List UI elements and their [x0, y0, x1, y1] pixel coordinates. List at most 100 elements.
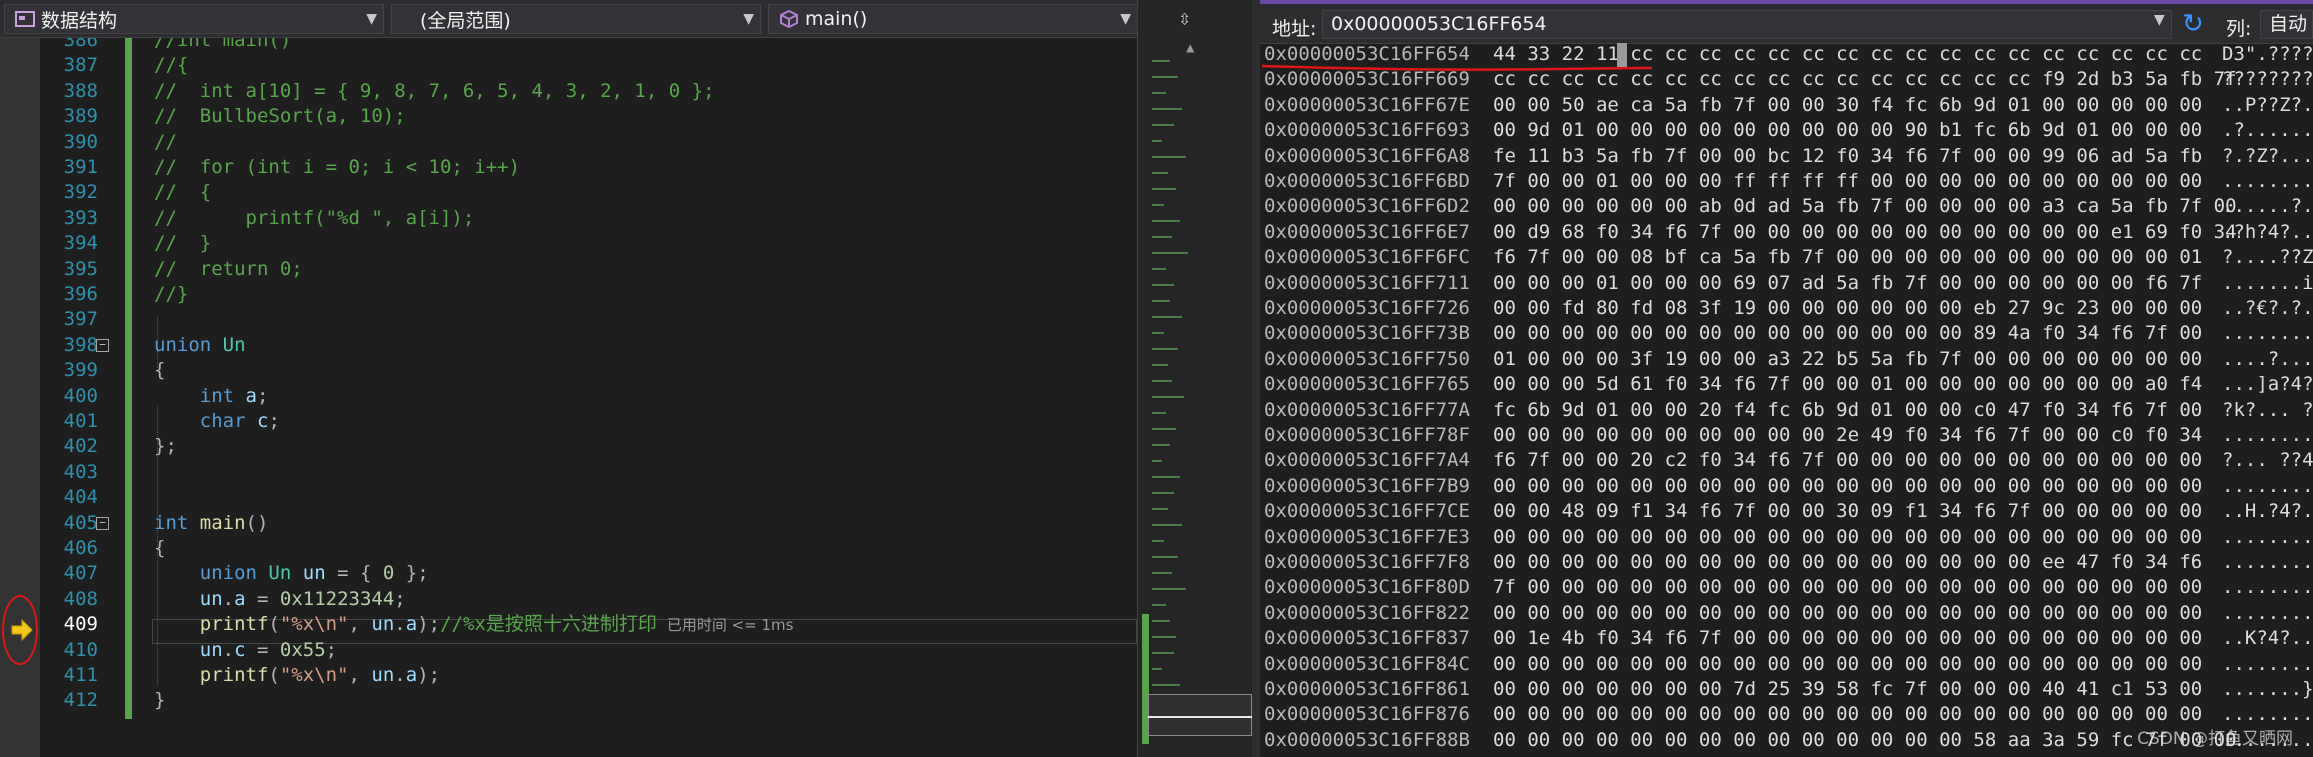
chevron-down-icon[interactable]: ▼ — [366, 11, 377, 27]
memory-bytes[interactable]: 00 9d 01 00 00 00 00 00 00 00 00 00 90 b… — [1493, 118, 2202, 143]
memory-bytes[interactable]: 7f 00 00 01 00 00 00 ff ff ff ff 00 00 0… — [1493, 169, 2202, 194]
memory-bytes[interactable]: 00 00 00 00 00 00 00 00 00 00 00 00 00 0… — [1493, 474, 2202, 499]
code-line[interactable]: 403 — [40, 460, 1137, 485]
code-line[interactable]: 412} — [40, 688, 1137, 713]
memory-bytes[interactable]: 01 00 00 00 3f 19 00 00 a3 22 b5 5a fb 7… — [1493, 347, 2202, 372]
chevron-down-icon[interactable]: ▼ — [743, 11, 754, 27]
code-line[interactable]: 407 union Un un = { 0 }; — [40, 561, 1137, 586]
code-line[interactable]: 405− int main() — [40, 511, 1137, 536]
code-line[interactable]: 386 //int main() — [40, 38, 1137, 53]
memory-row[interactable]: 0x00000053C16FF67E 00 00 50 ae ca 5a fb 7… — [1260, 93, 2313, 118]
memory-bytes[interactable]: 00 00 48 09 f1 34 f6 7f 00 00 30 09 f1 3… — [1493, 499, 2202, 524]
memory-row[interactable]: 0x00000053C16FF750 01 00 00 00 3f 19 00 0… — [1260, 347, 2313, 372]
code-editor[interactable]: 386//int main() 387//{388// int a[10] = {… — [0, 38, 1137, 757]
code-line[interactable]: 388 // int a[10] = { 9, 8, 7, 6, 5, 4, 3,… — [40, 79, 1137, 104]
memory-row[interactable]: 0x00000053C16FF861 00 00 00 00 00 00 00 7… — [1260, 677, 2313, 702]
memory-bytes[interactable]: 00 00 00 00 00 00 00 00 00 00 00 00 00 0… — [1493, 601, 2202, 626]
memory-bytes[interactable]: 7f 00 00 00 00 00 00 00 00 00 00 00 00 0… — [1493, 575, 2202, 600]
memory-row[interactable]: 0x00000053C16FF6D2 00 00 00 00 00 00 ab 0… — [1260, 194, 2313, 219]
code-line[interactable]: 394 // } — [40, 231, 1137, 256]
memory-row[interactable]: 0x00000053C16FF765 00 00 00 5d 61 f0 34 f… — [1260, 372, 2313, 397]
code-line[interactable]: 397 — [40, 307, 1137, 332]
chevron-down-icon[interactable]: ▼ — [2154, 12, 2165, 28]
line-number: 392 — [63, 181, 98, 204]
memory-bytes[interactable]: 00 00 00 00 00 00 00 00 00 00 2e 49 f0 3… — [1493, 423, 2202, 448]
memory-row[interactable]: 0x00000053C16FF6E7 00 d9 68 f0 34 f6 7f 0… — [1260, 220, 2313, 245]
memory-bytes[interactable]: 00 00 00 00 00 00 00 00 00 00 00 00 00 0… — [1493, 702, 2202, 727]
code-line[interactable]: 389 // BullbeSort(a, 10); — [40, 104, 1137, 129]
column-select[interactable]: 自动 — [2260, 10, 2313, 39]
memory-row[interactable]: 0x00000053C16FF80D 7f 00 00 00 00 00 00 0… — [1260, 575, 2313, 600]
memory-bytes[interactable]: 00 00 00 5d 61 f0 34 f6 7f 00 00 01 00 0… — [1493, 372, 2202, 397]
instruction-pointer-arrow-icon[interactable] — [10, 618, 34, 642]
code-line[interactable]: 399 { — [40, 358, 1137, 383]
memory-bytes[interactable]: 00 00 00 01 00 00 00 69 07 ad 5a fb 7f 0… — [1493, 271, 2202, 296]
memory-row[interactable]: 0x00000053C16FF73B 00 00 00 00 00 00 00 0… — [1260, 321, 2313, 346]
code-line[interactable]: 409 printf("%x\n", un.a);//%x是按照十六进制打印 已用… — [40, 612, 1137, 637]
memory-bytes[interactable]: 00 00 00 00 00 00 ab 0d ad 5a fb 7f 00 0… — [1493, 194, 2237, 219]
code-line[interactable]: 396 //} — [40, 282, 1137, 307]
memory-row[interactable]: 0x00000053C16FF84C 00 00 00 00 00 00 00 0… — [1260, 652, 2313, 677]
code-line[interactable]: 406 { — [40, 536, 1137, 561]
memory-row[interactable]: 0x00000053C16FF7F8 00 00 00 00 00 00 00 0… — [1260, 550, 2313, 575]
code-line[interactable]: 410 un.c = 0x55; — [40, 638, 1137, 663]
code-line[interactable]: 401 char c; — [40, 409, 1137, 434]
minimap-viewport[interactable] — [1148, 694, 1252, 736]
memory-bytes[interactable]: f6 7f 00 00 20 c2 f0 34 f6 7f 00 00 00 0… — [1493, 448, 2202, 473]
code-line[interactable]: 400 int a; — [40, 384, 1137, 409]
code-line[interactable]: 411 printf("%x\n", un.a); — [40, 663, 1137, 688]
memory-row[interactable]: 0x00000053C16FF726 00 00 fd 80 fd 08 3f 1… — [1260, 296, 2313, 321]
memory-bytes[interactable]: 00 00 fd 80 fd 08 3f 19 00 00 00 00 00 0… — [1493, 296, 2202, 321]
code-line[interactable]: 387 //{ — [40, 53, 1137, 78]
code-line[interactable]: 395 // return 0; — [40, 257, 1137, 282]
function-name: main() — [805, 8, 868, 30]
memory-row[interactable]: 0x00000053C16FF6A8 fe 11 b3 5a fb 7f 00 0… — [1260, 144, 2313, 169]
memory-bytes[interactable]: 00 d9 68 f0 34 f6 7f 00 00 00 00 00 00 0… — [1493, 220, 2237, 245]
refresh-icon[interactable]: ↻ — [2182, 10, 2204, 38]
memory-bytes[interactable]: 00 00 00 00 00 00 00 00 00 00 00 00 00 0… — [1493, 728, 2237, 753]
memory-bytes[interactable]: 00 00 00 00 00 00 00 7d 25 39 58 fc 7f 0… — [1493, 677, 2202, 702]
memory-row[interactable]: 0x00000053C16FF693 00 9d 01 00 00 00 00 0… — [1260, 118, 2313, 143]
memory-bytes[interactable]: 00 00 00 00 00 00 00 00 00 00 00 00 00 0… — [1493, 652, 2202, 677]
function-dropdown[interactable]: main() ▼ — [768, 4, 1138, 34]
memory-bytes[interactable]: 00 00 00 00 00 00 00 00 00 00 00 00 00 0… — [1493, 525, 2202, 550]
memory-row[interactable]: 0x00000053C16FF7B9 00 00 00 00 00 00 00 0… — [1260, 474, 2313, 499]
memory-row[interactable]: 0x00000053C16FF7E3 00 00 00 00 00 00 00 0… — [1260, 525, 2313, 550]
chevron-down-icon[interactable]: ▼ — [1120, 11, 1131, 27]
memory-row[interactable]: 0x00000053C16FF7CE 00 00 48 09 f1 34 f6 7… — [1260, 499, 2313, 524]
scroll-up-arrow-icon[interactable]: ▲ — [1186, 40, 1194, 56]
line-number: 398 — [63, 333, 98, 356]
code-token: // — [154, 130, 177, 153]
code-line[interactable]: 393 // printf("%d ", a[i]); — [40, 206, 1137, 231]
memory-bytes[interactable]: fc 6b 9d 01 00 00 20 f4 fc 6b 9d 01 00 0… — [1493, 398, 2202, 423]
project-dropdown[interactable]: 数据结构 ▼ — [4, 4, 384, 34]
memory-row[interactable]: 0x00000053C16FF78F 00 00 00 00 00 00 00 0… — [1260, 423, 2313, 448]
memory-bytes[interactable]: fe 11 b3 5a fb 7f 00 00 bc 12 f0 34 f6 7… — [1493, 144, 2202, 169]
memory-bytes[interactable]: f6 7f 00 00 08 bf ca 5a fb 7f 00 00 00 0… — [1493, 245, 2202, 270]
memory-bytes[interactable]: 00 00 50 ae ca 5a fb 7f 00 00 30 f4 fc 6… — [1493, 93, 2202, 118]
memory-row[interactable]: 0x00000053C16FF837 00 1e 4b f0 34 f6 7f 0… — [1260, 626, 2313, 651]
memory-row[interactable]: 0x00000053C16FF77A fc 6b 9d 01 00 00 20 f… — [1260, 398, 2313, 423]
code-line[interactable]: 392 // { — [40, 180, 1137, 205]
code-line[interactable]: 391 // for (int i = 0; i < 10; i++) — [40, 155, 1137, 180]
fold-toggle-icon[interactable]: − — [96, 338, 109, 352]
scope-dropdown[interactable]: (全局范围) ▼ — [391, 4, 761, 34]
memory-bytes[interactable]: 00 00 00 00 00 00 00 00 00 00 00 00 00 0… — [1493, 550, 2202, 575]
memory-row[interactable]: 0x00000053C16FF7A4 f6 7f 00 00 20 c2 f0 3… — [1260, 448, 2313, 473]
memory-row[interactable]: 0x00000053C16FF6BD 7f 00 00 01 00 00 00 f… — [1260, 169, 2313, 194]
code-line[interactable]: 398− union Un — [40, 333, 1137, 358]
address-input[interactable]: 0x00000053C16FF654 — [1322, 10, 2172, 39]
memory-bytes[interactable]: 00 1e 4b f0 34 f6 7f 00 00 00 00 00 00 0… — [1493, 626, 2202, 651]
editor-minimap-scrollbar[interactable]: ⇳ ▲ — [1137, 0, 1252, 757]
memory-bytes[interactable]: 00 00 00 00 00 00 00 00 00 00 00 00 00 0… — [1493, 321, 2202, 346]
memory-row[interactable]: 0x00000053C16FF711 00 00 00 01 00 00 00 6… — [1260, 271, 2313, 296]
memory-row[interactable]: 0x00000053C16FF822 00 00 00 00 00 00 00 0… — [1260, 601, 2313, 626]
code-line[interactable]: 408 un.a = 0x11223344; — [40, 587, 1137, 612]
code-line[interactable]: 402}; — [40, 434, 1137, 459]
fold-toggle-icon[interactable]: − — [96, 516, 109, 530]
memory-row[interactable]: 0x00000053C16FF6FC f6 7f 00 00 08 bf ca 5… — [1260, 245, 2313, 270]
code-line[interactable]: 390 // — [40, 130, 1137, 155]
split-editor-icon[interactable]: ⇳ — [1178, 6, 1191, 31]
pane-divider[interactable] — [1252, 0, 1260, 757]
code-line[interactable]: 404 — [40, 485, 1137, 510]
